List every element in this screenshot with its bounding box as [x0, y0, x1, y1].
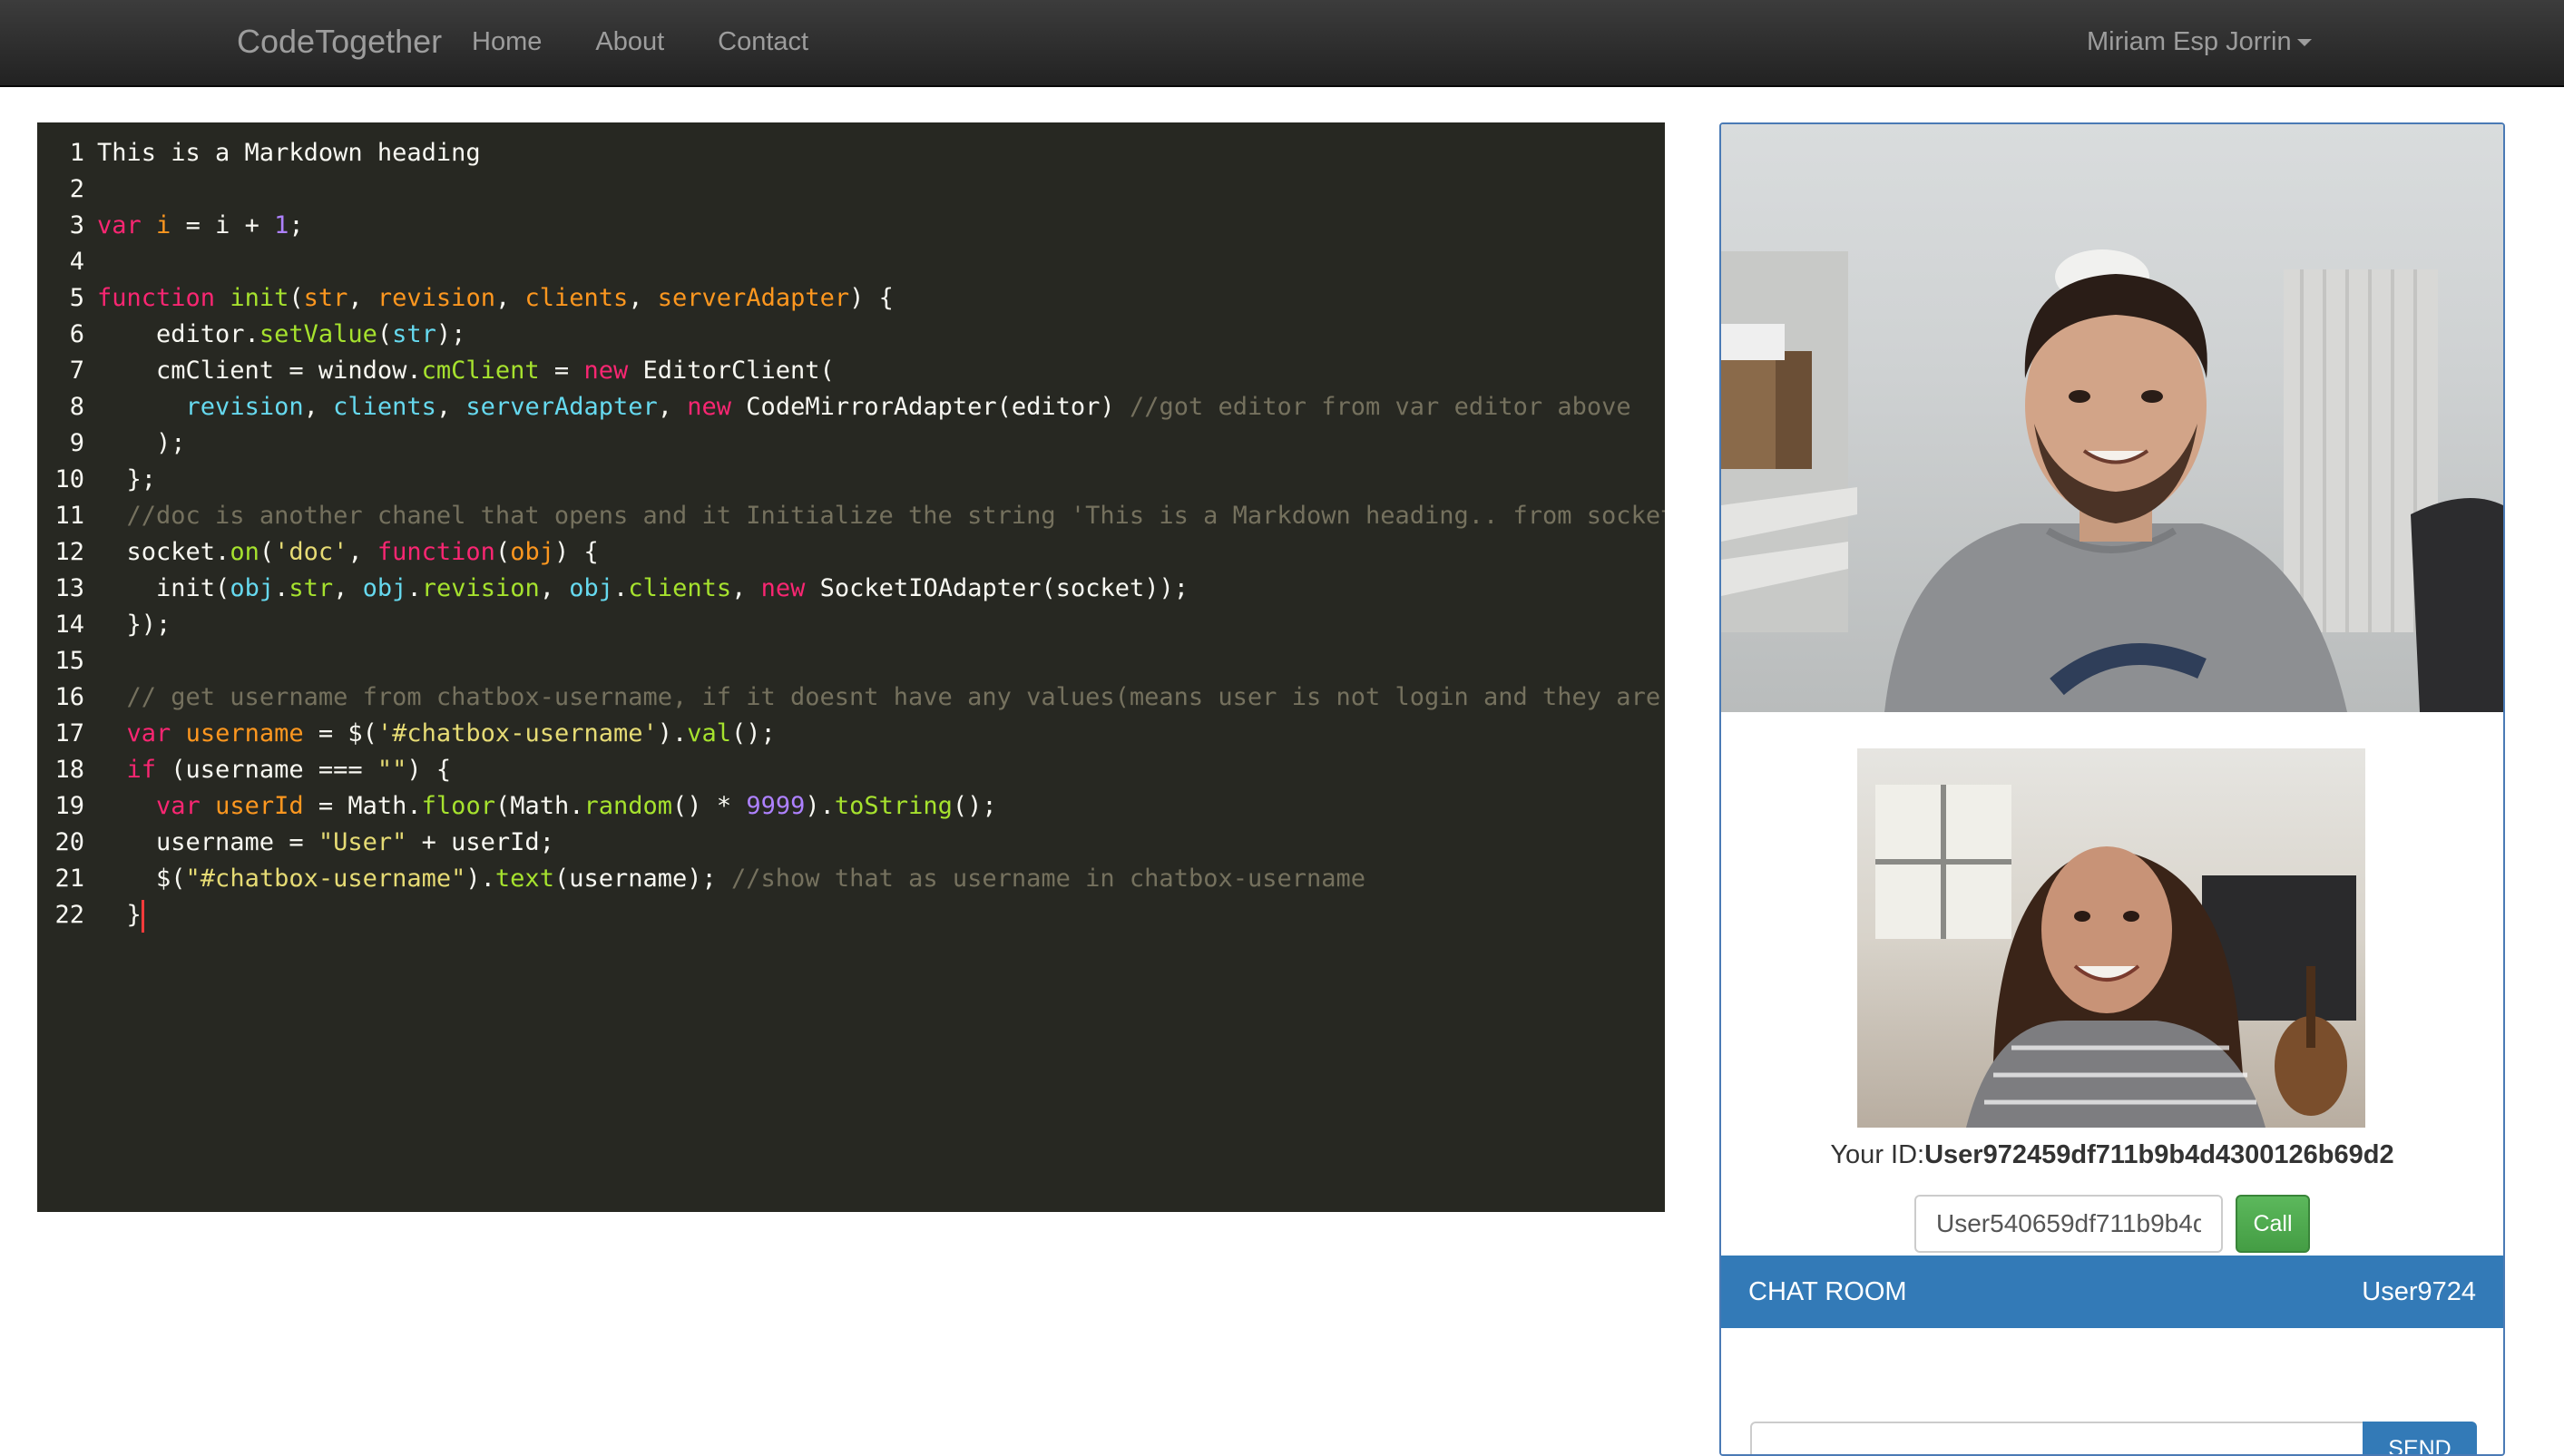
line-code: }); [97, 611, 171, 639]
chat-message-input[interactable] [1750, 1422, 2394, 1454]
code-line[interactable]: 12 socket.on('doc', function(obj) { [37, 534, 1665, 571]
code-line[interactable]: 10 }; [37, 462, 1665, 498]
line-number: 12 [54, 538, 84, 566]
call-button[interactable]: Call [2236, 1195, 2310, 1253]
line-number: 3 [69, 211, 84, 239]
line-code: $("#chatbox-username").text(username); /… [97, 865, 1366, 893]
code-line[interactable]: 5 function init(str, revision, clients, s… [37, 280, 1665, 317]
code-line[interactable]: 6 editor.setValue(str); [37, 317, 1665, 353]
line-code: var i = i + 1; [97, 211, 304, 239]
video-chat-panel: Your ID:User972459df711b9b4d4300126b69d2… [1719, 122, 2505, 1456]
line-code: } [97, 899, 144, 933]
code-line[interactable]: 7 cmClient = window.cmClient = new Edito… [37, 353, 1665, 389]
line-number: 6 [69, 320, 84, 348]
line-code: ); [97, 429, 186, 457]
line-number: 22 [54, 901, 84, 929]
call-row: Call [1914, 1195, 2310, 1253]
line-number: 5 [69, 284, 84, 312]
line-number: 19 [54, 792, 84, 820]
code-line[interactable]: 21 $("#chatbox-username").text(username)… [37, 861, 1665, 897]
user-name: Miriam Esp Jorrin [2087, 27, 2292, 56]
nav-home-link[interactable]: Home [472, 20, 542, 64]
line-code: //doc is another chanel that opens and i… [126, 502, 1665, 530]
code-line[interactable]: 9 ); [37, 425, 1665, 462]
line-number: 14 [54, 611, 84, 639]
line-code: username = "User" + userId; [97, 828, 554, 856]
line-code: editor.setValue(str); [97, 320, 466, 348]
your-id-label: Your ID: [1830, 1140, 1925, 1169]
code-line[interactable]: 11 //doc is another chanel that opens an… [37, 498, 1665, 534]
top-navbar: CodeTogether Home About Contact Miriam E… [0, 0, 2564, 87]
nav-contact-link[interactable]: Contact [718, 20, 808, 64]
code-line[interactable]: 1 This is a Markdown heading [37, 135, 1665, 171]
code-line[interactable]: 18 if (username === "") { [37, 752, 1665, 788]
line-number: 8 [69, 393, 84, 421]
line-number: 13 [54, 574, 84, 602]
code-line[interactable]: 13 init(obj.str, obj.revision, obj.clien… [37, 571, 1665, 607]
line-code: if (username === "") { [126, 756, 452, 784]
line-code: socket.on('doc', function(obj) { [97, 538, 599, 566]
line-code: }; [97, 465, 157, 493]
line-number: 15 [54, 647, 84, 675]
code-line[interactable]: 14 }); [37, 607, 1665, 643]
line-code: This is a Markdown heading [97, 139, 481, 167]
code-editor[interactable]: 1 This is a Markdown heading 2 3 var i = i +… [37, 122, 1665, 1212]
chat-room-title: CHAT ROOM [1748, 1277, 1907, 1306]
code-line[interactable]: 4 [37, 244, 1665, 280]
code-line[interactable]: 2 [37, 171, 1665, 208]
line-number: 17 [54, 719, 84, 748]
line-code: cmClient = window.cmClient = new EditorC… [97, 357, 835, 385]
line-code: init(obj.str, obj.revision, obj.clients,… [97, 574, 1189, 602]
line-number: 20 [54, 828, 84, 856]
code-line[interactable]: 20 username = "User" + userId; [37, 825, 1665, 861]
line-number: 7 [69, 357, 84, 385]
remote-video [1721, 124, 2503, 712]
brand-link[interactable]: CodeTogether [237, 20, 442, 64]
line-number: 18 [54, 756, 84, 784]
code-line[interactable]: 22 } [37, 897, 1665, 933]
line-number: 2 [69, 175, 84, 203]
line-code: revision, clients, serverAdapter, new Co… [185, 393, 1631, 421]
chat-send-button[interactable]: SEND [2363, 1422, 2477, 1454]
caret-down-icon [2296, 39, 2312, 47]
nav-about-link[interactable]: About [595, 20, 664, 64]
line-number: 10 [54, 465, 84, 493]
chat-username: User9724 [2362, 1277, 2476, 1306]
code-line[interactable]: 3 var i = i + 1; [37, 208, 1665, 244]
local-video-image [1875, 785, 2356, 1128]
code-line[interactable]: 8 revision, clients, serverAdapter, new … [37, 389, 1665, 425]
line-code: function init(str, revision, clients, se… [97, 284, 894, 312]
line-number: 9 [69, 429, 84, 457]
remote-video-image [1721, 249, 2503, 712]
line-code: var username = $('#chatbox-username').va… [126, 719, 776, 748]
your-id-text: Your ID:User972459df711b9b4d4300126b69d2 [1721, 1137, 2503, 1173]
code-line[interactable]: 17 var username = $('#chatbox-username')… [37, 716, 1665, 752]
code-line[interactable]: 19 var userId = Math.floor(Math.random()… [37, 788, 1665, 825]
user-menu-dropdown[interactable]: Miriam Esp Jorrin [2087, 20, 2312, 64]
local-video [1857, 748, 2365, 1128]
call-id-input[interactable] [1914, 1195, 2223, 1253]
line-code: var userId = Math.floor(Math.random() * … [156, 792, 997, 820]
nav-links: Home About Contact [472, 20, 862, 64]
line-number: 11 [54, 502, 84, 530]
line-number: 4 [69, 248, 84, 276]
line-number: 21 [54, 865, 84, 893]
your-id-value: User972459df711b9b4d4300126b69d2 [1924, 1140, 2394, 1169]
line-number: 1 [69, 139, 84, 167]
code-line[interactable]: 16 // get username from chatbox-username… [37, 679, 1665, 716]
line-code: // get username from chatbox-username, i… [126, 683, 1661, 711]
line-number: 16 [54, 683, 84, 711]
code-line[interactable]: 15 [37, 643, 1665, 679]
chat-room-header: CHAT ROOM User9724 [1721, 1256, 2503, 1328]
